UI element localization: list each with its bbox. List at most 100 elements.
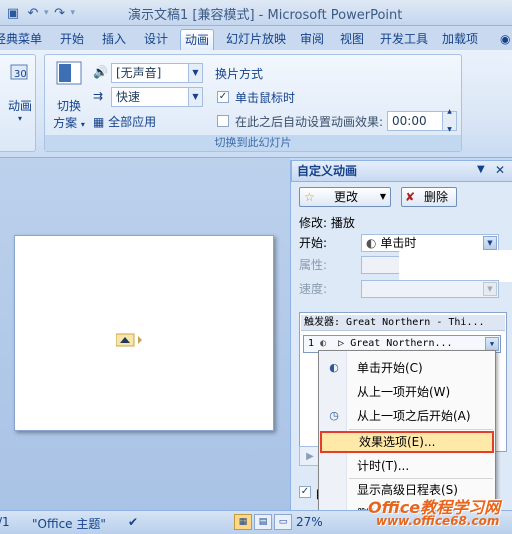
tab-review[interactable]: 审阅 — [296, 29, 328, 50]
item-text: Great Northern... — [350, 338, 453, 349]
redo-icon[interactable]: ↷ — [51, 4, 69, 22]
spinner-arrows-icon: ▲ ▼ — [442, 108, 456, 133]
blank-overlay — [399, 250, 512, 282]
transition-header: 换片方式 — [215, 67, 264, 81]
delete-button[interactable]: ✘ 删除 — [401, 187, 457, 207]
apply-all-label: 全部应用 — [108, 115, 157, 129]
chevron-down-icon: ▼ — [188, 64, 202, 82]
quick-access-toolbar: ▣ ↶ ▾ ↷ ▾ — [0, 3, 75, 23]
slide-work-area — [0, 158, 290, 510]
delete-icon: ✘ — [405, 190, 416, 204]
sound-value: [无声音] — [116, 66, 162, 80]
menu-item-label: 单击开始(C) — [357, 361, 423, 375]
menu-start-with-previous[interactable]: 从上一项开始(W) — [320, 381, 494, 403]
transition-group: 切换 方案 ▾ 🔊 [无声音] ▼ ⇉ 快速 ▼ ▦ 全部应用 换片方式 ✓ 单… — [44, 54, 462, 152]
property-label: 属性: — [299, 258, 328, 272]
menu-timing[interactable]: 计时(T)... — [320, 455, 494, 477]
tab-insert[interactable]: 插入 — [98, 29, 130, 50]
tab-animations[interactable]: 动画 — [180, 29, 215, 50]
menu-start-on-click[interactable]: ◐ 单击开始(C) — [320, 357, 494, 379]
start-value: 单击时 — [380, 236, 417, 250]
sound-object-icon[interactable] — [116, 332, 146, 348]
on-click-label: 单击鼠标时 — [235, 91, 296, 105]
on-click-checkbox[interactable]: ✓ — [217, 91, 229, 103]
auto-time-spinner[interactable]: 00:00 ▲ ▼ — [387, 108, 457, 133]
menu-effect-options[interactable]: 效果选项(E)... — [320, 431, 494, 453]
animations-group: 30 动画 ▾ — [0, 54, 36, 152]
chevron-down-icon: ▼ — [379, 192, 386, 201]
pane-menu-icon[interactable]: ▼ — [477, 164, 485, 175]
play-triangle-icon: ▷ — [338, 338, 345, 349]
animation-label: 动画 — [7, 99, 32, 113]
menu-item-label: 计时(T)... — [357, 459, 410, 473]
svg-text:30: 30 — [14, 69, 27, 80]
menu-separator — [349, 429, 493, 430]
slide-indicator: /1 — [0, 515, 10, 529]
ribbon: 30 动画 ▾ 切换 方案 ▾ 🔊 [无声音] ▼ ⇉ 快速 ▼ ▦ 全部应用 — [0, 50, 512, 158]
auto-time-value: 00:00 — [392, 114, 427, 128]
close-icon[interactable]: ✕ — [495, 163, 505, 177]
speed-dropdown[interactable]: 快速 ▼ — [111, 87, 203, 107]
apply-all-icon: ▦ — [93, 115, 105, 129]
help-icon[interactable]: ◉ — [496, 29, 512, 50]
undo-dropdown-icon[interactable]: ▾ — [44, 8, 49, 18]
save-icon[interactable]: ▣ — [4, 4, 22, 22]
trigger-row[interactable]: 触发器: Great Northern - Thi... — [301, 315, 505, 331]
sound-dropdown[interactable]: [无声音] ▼ — [111, 63, 203, 83]
change-label: 更改 — [334, 190, 359, 204]
menu-item-label: 从上一项开始(W) — [357, 385, 451, 399]
undo-icon[interactable]: ↶ — [24, 4, 42, 22]
watermark: Office教程学习网 www.office68.com — [366, 492, 512, 534]
tab-home[interactable]: 开始 — [56, 29, 88, 50]
mouse-click-icon: ◐ — [329, 361, 339, 374]
slide-sorter-icon[interactable]: ▤ — [254, 514, 272, 530]
zoom-level[interactable]: 27% — [296, 515, 323, 529]
animation-dropdown-icon: ▾ — [17, 114, 22, 123]
tab-slideshow[interactable]: 幻灯片放映 — [222, 29, 290, 50]
star-icon: ☆ — [304, 190, 315, 204]
menu-start-after-previous[interactable]: ◷ 从上一项之后开始(A) — [320, 405, 494, 427]
transition-scheme-icon — [56, 61, 82, 85]
title-bar: ▣ ↶ ▾ ↷ ▾ 演示文稿1 [兼容模式] - Microsoft Power… — [0, 0, 512, 26]
switch-label-line2: 方案 ▾ — [53, 116, 85, 130]
chevron-down-icon[interactable]: ▼ — [485, 337, 499, 351]
animation-button[interactable]: 30 动画 ▾ — [3, 61, 37, 123]
watermark-line2: www.office68.com — [376, 514, 500, 528]
chevron-down-icon: ▼ — [188, 88, 202, 106]
autopreview-checkbox[interactable]: ✓ — [299, 486, 311, 498]
delete-label: 删除 — [424, 190, 449, 204]
auto-after-label: 在此之后自动设置动画效果: — [235, 115, 384, 129]
start-label: 开始: — [299, 236, 328, 250]
switch-label-line1: 切换 — [56, 99, 81, 113]
animation-icon: 30 — [10, 64, 28, 80]
item-number: 1 — [308, 338, 315, 349]
mouse-click-icon: ◐ — [320, 338, 327, 349]
clock-icon: ◷ — [329, 409, 339, 422]
speed-pane-dropdown: ▼ — [361, 280, 499, 298]
slideshow-view-icon[interactable]: ▭ — [274, 514, 292, 530]
tab-design[interactable]: 设计 — [140, 29, 172, 50]
chevron-down-icon: ▼ — [483, 282, 497, 296]
switch-scheme-button[interactable]: 切换 方案 ▾ — [49, 59, 89, 131]
tab-classic-menu[interactable]: 经典菜单 — [0, 29, 46, 50]
ribbon-tab-row: 经典菜单 开始 插入 设计 动画 幻灯片放映 审阅 视图 开发工具 加载项 ◉ — [0, 26, 512, 50]
theme-name[interactable]: "Office 主题" — [32, 515, 106, 532]
apply-all-button[interactable]: ▦ 全部应用 — [93, 113, 156, 130]
change-button[interactable]: ☆ 更改 ▼ — [299, 187, 391, 207]
customize-qat-icon[interactable]: ▾ — [71, 8, 76, 18]
normal-view-icon[interactable]: ▦ — [234, 514, 252, 530]
auto-after-checkbox[interactable] — [217, 115, 229, 127]
transition-group-label: 切换到此幻灯片 — [45, 135, 461, 151]
tab-addins[interactable]: 加载项 — [438, 29, 482, 50]
spell-check-icon[interactable]: ✔ — [128, 515, 138, 529]
speed-icon: ⇉ — [93, 89, 104, 103]
speed-value: 快速 — [116, 90, 141, 104]
menu-item-label: 从上一项之后开始(A) — [357, 409, 471, 423]
menu-item-label: 效果选项(E)... — [359, 435, 436, 449]
tab-developer[interactable]: 开发工具 — [376, 29, 432, 50]
window-title: 演示文稿1 [兼容模式] - Microsoft PowerPoint — [128, 8, 403, 23]
tab-view[interactable]: 视图 — [336, 29, 368, 50]
slide-canvas[interactable] — [14, 235, 274, 431]
mouse-click-icon: ◐ — [366, 236, 377, 250]
sound-icon: 🔊 — [93, 65, 108, 79]
